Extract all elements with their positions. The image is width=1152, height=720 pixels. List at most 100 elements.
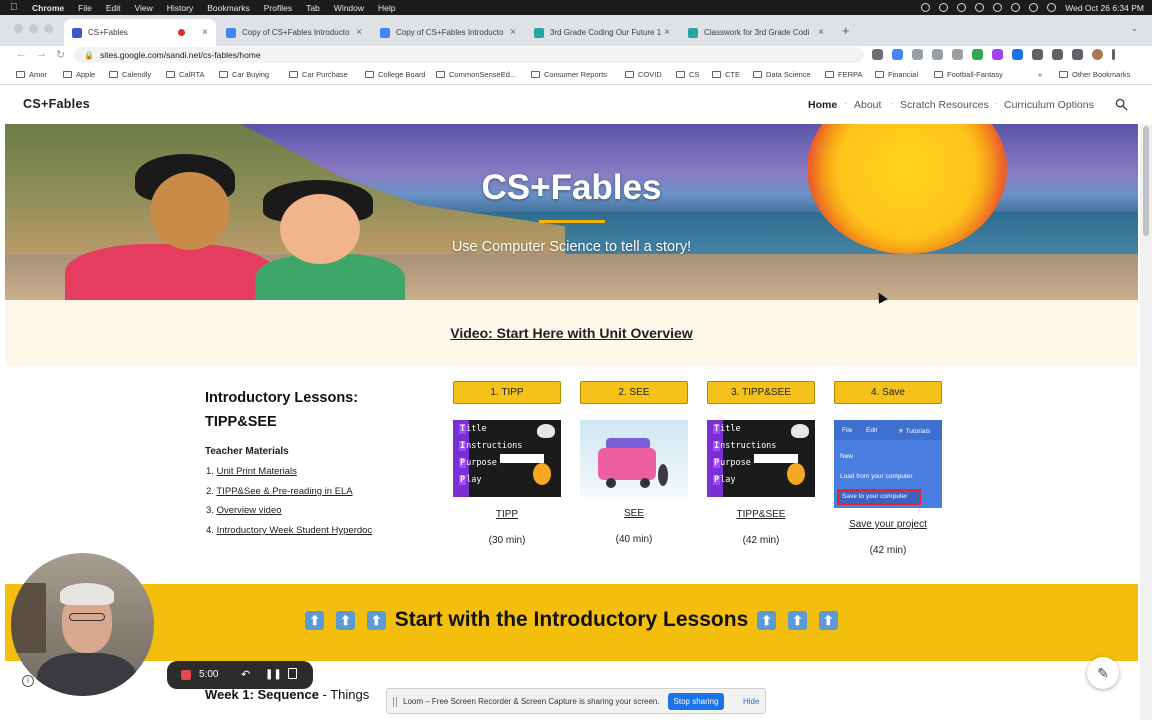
menu-view[interactable]: View bbox=[134, 3, 152, 13]
tab-copy-intro-2[interactable]: Copy of CS+Fables Introducto × bbox=[372, 19, 524, 46]
menu-edit[interactable]: Edit bbox=[106, 3, 121, 13]
bookmark-folder[interactable]: Car Buying bbox=[219, 70, 269, 79]
search-icon[interactable] bbox=[1115, 98, 1128, 111]
tab-cs-fables[interactable]: CS+Fables × bbox=[64, 19, 216, 46]
tab-3rd-grade-coding[interactable]: 3rd Grade Coding Our Future 1 × bbox=[526, 19, 678, 46]
scrollbar-thumb[interactable] bbox=[1143, 126, 1149, 236]
menu-app-name[interactable]: Chrome bbox=[32, 3, 64, 13]
nav-home[interactable]: Home bbox=[808, 99, 837, 111]
battery-icon[interactable] bbox=[1011, 3, 1021, 12]
bookmark-folder[interactable]: CalRTA bbox=[166, 70, 205, 79]
bookmark-folder[interactable]: College Board bbox=[365, 70, 426, 79]
tab-classwork[interactable]: Classwork for 3rd Grade Codi × bbox=[680, 19, 832, 46]
other-bookmarks[interactable]: Other Bookmarks bbox=[1059, 70, 1130, 79]
bookmark-folder[interactable]: Football-Fantasy bbox=[934, 70, 1003, 79]
cast-icon[interactable] bbox=[872, 49, 883, 60]
bookmark-folder[interactable]: CommonSenseEd... bbox=[436, 70, 516, 79]
lesson-button-see[interactable]: 2. SEE bbox=[580, 381, 688, 404]
reload-icon[interactable]: ↻ bbox=[56, 48, 65, 61]
material-link[interactable]: Overview video bbox=[217, 505, 282, 516]
search-icon[interactable] bbox=[1047, 3, 1057, 12]
lesson-button-tipp-see[interactable]: 3. TIPP&SEE bbox=[707, 381, 815, 404]
nav-about[interactable]: About bbox=[854, 99, 881, 111]
close-window-button[interactable] bbox=[14, 24, 23, 33]
more-menu-icon[interactable] bbox=[1112, 49, 1115, 60]
status-icon[interactable] bbox=[921, 3, 931, 12]
status-icon[interactable] bbox=[957, 3, 967, 12]
bookmark-folder[interactable]: Financial bbox=[875, 70, 918, 79]
zoom-window-button[interactable] bbox=[44, 24, 53, 33]
see-thumbnail[interactable] bbox=[580, 420, 688, 497]
close-tab-icon[interactable]: × bbox=[202, 27, 208, 38]
bookmark-folder[interactable]: Consumer Reports bbox=[531, 70, 607, 79]
status-icon[interactable] bbox=[939, 3, 949, 12]
bluetooth-icon[interactable] bbox=[993, 3, 1003, 12]
page-scrollbar[interactable] bbox=[1140, 124, 1152, 720]
lesson-link-tipp-see[interactable]: TIPP&SEE bbox=[707, 509, 815, 520]
trash-icon[interactable] bbox=[288, 668, 297, 679]
bookmark-folder[interactable]: FERPA bbox=[825, 70, 862, 79]
menu-profiles[interactable]: Profiles bbox=[264, 3, 292, 13]
pause-icon[interactable]: ❚❚ bbox=[265, 669, 282, 680]
bookmark-folder[interactable]: Amor bbox=[16, 70, 47, 79]
new-tab-button[interactable]: + bbox=[842, 23, 850, 38]
tab-copy-intro-1[interactable]: Copy of CS+Fables Introducto × bbox=[218, 19, 370, 46]
save-thumbnail[interactable]: File Edit ☀ Tutorials New Load from your… bbox=[834, 420, 942, 508]
lesson-link-save[interactable]: Save your project bbox=[834, 519, 942, 530]
google-icon[interactable] bbox=[892, 49, 903, 60]
loom-webcam-bubble[interactable] bbox=[11, 553, 154, 696]
nav-scratch-resources[interactable]: Scratch Resources bbox=[900, 99, 989, 111]
puzzle-icon[interactable] bbox=[1052, 49, 1063, 60]
address-bar[interactable]: 🔒 sites.google.com/sandi.net/cs-fables/h… bbox=[74, 47, 864, 63]
hide-button[interactable]: Hide bbox=[743, 697, 759, 706]
lock-icon[interactable]: 🔒 bbox=[84, 51, 94, 60]
menu-window[interactable]: Window bbox=[334, 3, 364, 13]
info-icon[interactable]: i bbox=[22, 675, 34, 687]
lesson-link-see[interactable]: SEE bbox=[580, 508, 688, 519]
back-icon[interactable]: ← bbox=[16, 48, 27, 60]
close-tab-icon[interactable]: × bbox=[664, 27, 670, 38]
sidepanel-icon[interactable] bbox=[1072, 49, 1083, 60]
close-tab-icon[interactable]: × bbox=[356, 27, 362, 38]
tab-search-chevron-icon[interactable]: ⌄ bbox=[1130, 23, 1138, 34]
apple-icon[interactable]:  bbox=[10, 2, 20, 13]
bookmark-folder[interactable]: Car Purchase bbox=[289, 70, 348, 79]
extension-icon[interactable] bbox=[1032, 49, 1043, 60]
menu-help[interactable]: Help bbox=[378, 3, 395, 13]
site-title[interactable]: CS+Fables bbox=[23, 97, 90, 111]
menu-bookmarks[interactable]: Bookmarks bbox=[207, 3, 250, 13]
tipp-thumbnail[interactable]: Title Instructions Purpose Play bbox=[453, 420, 561, 497]
extension-icon[interactable] bbox=[1012, 49, 1023, 60]
avatar[interactable] bbox=[1092, 49, 1103, 60]
stop-recording-button[interactable] bbox=[181, 670, 191, 680]
lesson-button-tipp[interactable]: 1. TIPP bbox=[453, 381, 561, 404]
bookmark-folder[interactable]: COVID bbox=[625, 70, 662, 79]
bookmark-folder[interactable]: Apple bbox=[63, 70, 95, 79]
material-link[interactable]: Introductory Week Student Hyperdoc bbox=[217, 525, 373, 536]
drag-handle-icon[interactable] bbox=[393, 697, 397, 707]
wifi-icon[interactable] bbox=[1029, 3, 1039, 12]
material-link[interactable]: TIPP&See & Pre-reading in ELA bbox=[216, 486, 352, 497]
bookmark-folder[interactable]: CS bbox=[676, 70, 699, 79]
nav-curriculum-options[interactable]: Curriculum Options bbox=[1004, 99, 1094, 111]
menu-file[interactable]: File bbox=[78, 3, 92, 13]
lesson-link-tipp[interactable]: TIPP bbox=[453, 509, 561, 520]
menu-history[interactable]: History bbox=[167, 3, 193, 13]
lesson-button-save[interactable]: 4. Save bbox=[834, 381, 942, 404]
edit-pencil-icon[interactable]: ✎ bbox=[1087, 657, 1119, 689]
minimize-window-button[interactable] bbox=[29, 24, 38, 33]
restart-icon[interactable]: ↶ bbox=[241, 668, 250, 681]
bookmark-folder[interactable]: CTE bbox=[712, 70, 740, 79]
material-link[interactable]: Unit Print Materials bbox=[217, 466, 297, 477]
stop-sharing-button[interactable]: Stop sharing bbox=[668, 693, 724, 710]
share-icon[interactable] bbox=[912, 49, 923, 60]
bookmark-folder[interactable]: Calendly bbox=[109, 70, 151, 79]
status-icon[interactable] bbox=[975, 3, 985, 12]
tipp-see-thumbnail[interactable]: Title Instructions Purpose Play bbox=[707, 420, 815, 497]
forward-icon[interactable]: → bbox=[36, 48, 47, 60]
menubar-clock[interactable]: Wed Oct 26 6:34 PM bbox=[1065, 3, 1144, 13]
bookmark-folder[interactable]: Data Science bbox=[753, 70, 811, 79]
extension-icon[interactable] bbox=[972, 49, 983, 60]
close-tab-icon[interactable]: × bbox=[510, 27, 516, 38]
video-overview-link[interactable]: Video: Start Here with Unit Overview bbox=[5, 325, 1138, 341]
